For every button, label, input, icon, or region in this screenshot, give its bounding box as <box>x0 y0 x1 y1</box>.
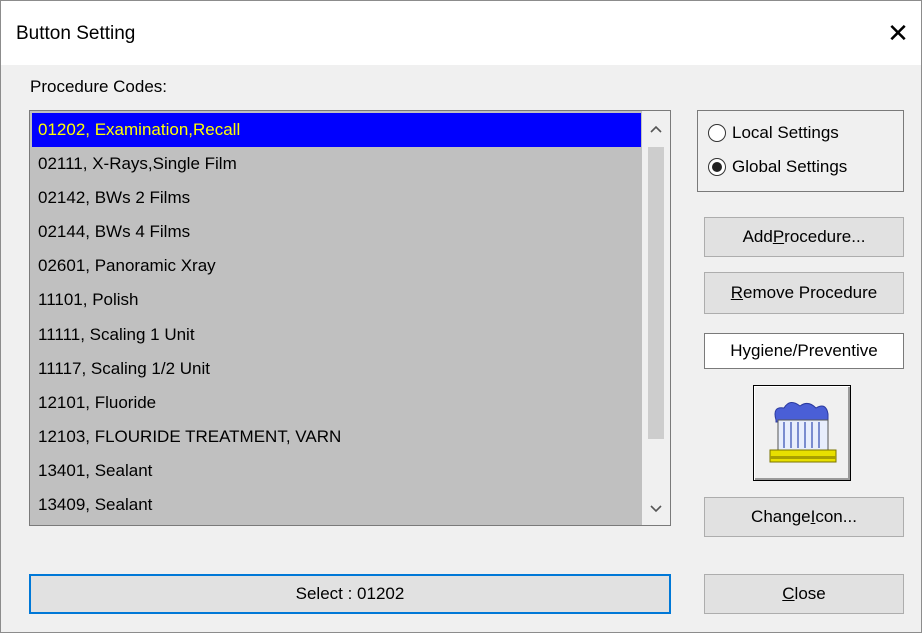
change-icon-button[interactable]: Change Icon... <box>704 497 904 537</box>
list-item[interactable]: 12103, FLOURIDE TREATMENT, VARN <box>32 420 641 454</box>
settings-scope-group: Local Settings Global Settings <box>697 110 904 192</box>
scroll-down-arrow[interactable] <box>642 491 670 525</box>
window-title: Button Setting <box>16 23 136 44</box>
list-item[interactable]: 12101, Fluoride <box>32 386 641 420</box>
local-settings-label: Local Settings <box>732 123 839 142</box>
remove-procedure-mnemonic: R <box>730 283 744 302</box>
chevron-down-icon <box>650 505 662 513</box>
scroll-up-arrow[interactable] <box>642 111 670 145</box>
list-item[interactable]: 11117, Scaling 1/2 Unit <box>32 352 641 386</box>
procedure-codes-listbox[interactable]: 01202, Examination,Recall 02111, X-Rays,… <box>29 110 671 526</box>
list-item[interactable]: 11111, Scaling 1 Unit <box>32 318 641 352</box>
button-setting-dialog: Button Setting ✕ Procedure Codes: 01202,… <box>0 0 922 633</box>
close-label-post: lose <box>794 584 826 603</box>
list-item[interactable]: 02142, BWs 2 Films <box>32 181 641 215</box>
scroll-thumb[interactable] <box>648 147 664 439</box>
toothbrush-icon <box>769 402 837 463</box>
list-item[interactable]: 13401, Sealant <box>32 454 641 488</box>
remove-procedure-label-post: emove Procedure <box>743 283 878 302</box>
list-item[interactable]: 02144, BWs 4 Films <box>32 215 641 249</box>
vertical-scrollbar[interactable] <box>642 111 670 525</box>
add-procedure-mnemonic: P <box>772 227 785 246</box>
add-procedure-label-post: rocedure... <box>784 227 866 246</box>
local-settings-radio[interactable]: Local Settings <box>708 119 839 147</box>
procedure-list: 01202, Examination,Recall 02111, X-Rays,… <box>32 113 641 522</box>
list-item[interactable]: 01202, Examination,Recall <box>32 113 641 148</box>
change-icon-label-pre: Change <box>751 507 811 526</box>
list-item[interactable]: 11101, Polish <box>32 283 641 317</box>
select-button[interactable]: Select : 01202 <box>29 574 671 614</box>
close-icon[interactable]: ✕ <box>881 15 915 51</box>
list-item[interactable]: 13409, Sealant <box>32 488 641 522</box>
global-settings-label: Global Settings <box>732 157 848 176</box>
add-procedure-label-pre: Add <box>742 227 773 246</box>
close-mnemonic: C <box>782 584 795 603</box>
title-bar: Button Setting ✕ <box>1 1 921 65</box>
list-item[interactable]: 02111, X-Rays,Single Film <box>32 147 641 181</box>
chevron-up-icon <box>650 126 662 133</box>
radio-circle[interactable] <box>708 158 726 176</box>
change-icon-label-post: con... <box>815 507 857 526</box>
list-item[interactable]: 02601, Panoramic Xray <box>32 249 641 283</box>
global-settings-radio[interactable]: Global Settings <box>708 153 847 181</box>
button-icon-preview[interactable] <box>753 385 851 481</box>
radio-circle[interactable] <box>708 124 726 142</box>
remove-procedure-button[interactable]: Remove Procedure <box>704 272 904 314</box>
close-button[interactable]: Close <box>704 574 904 614</box>
add-procedure-button[interactable]: Add Procedure... <box>704 217 904 257</box>
select-button-label: Select : 01202 <box>295 584 405 603</box>
procedure-codes-label: Procedure Codes: <box>30 77 168 96</box>
category-field[interactable]: Hygiene/Preventive <box>704 333 904 369</box>
